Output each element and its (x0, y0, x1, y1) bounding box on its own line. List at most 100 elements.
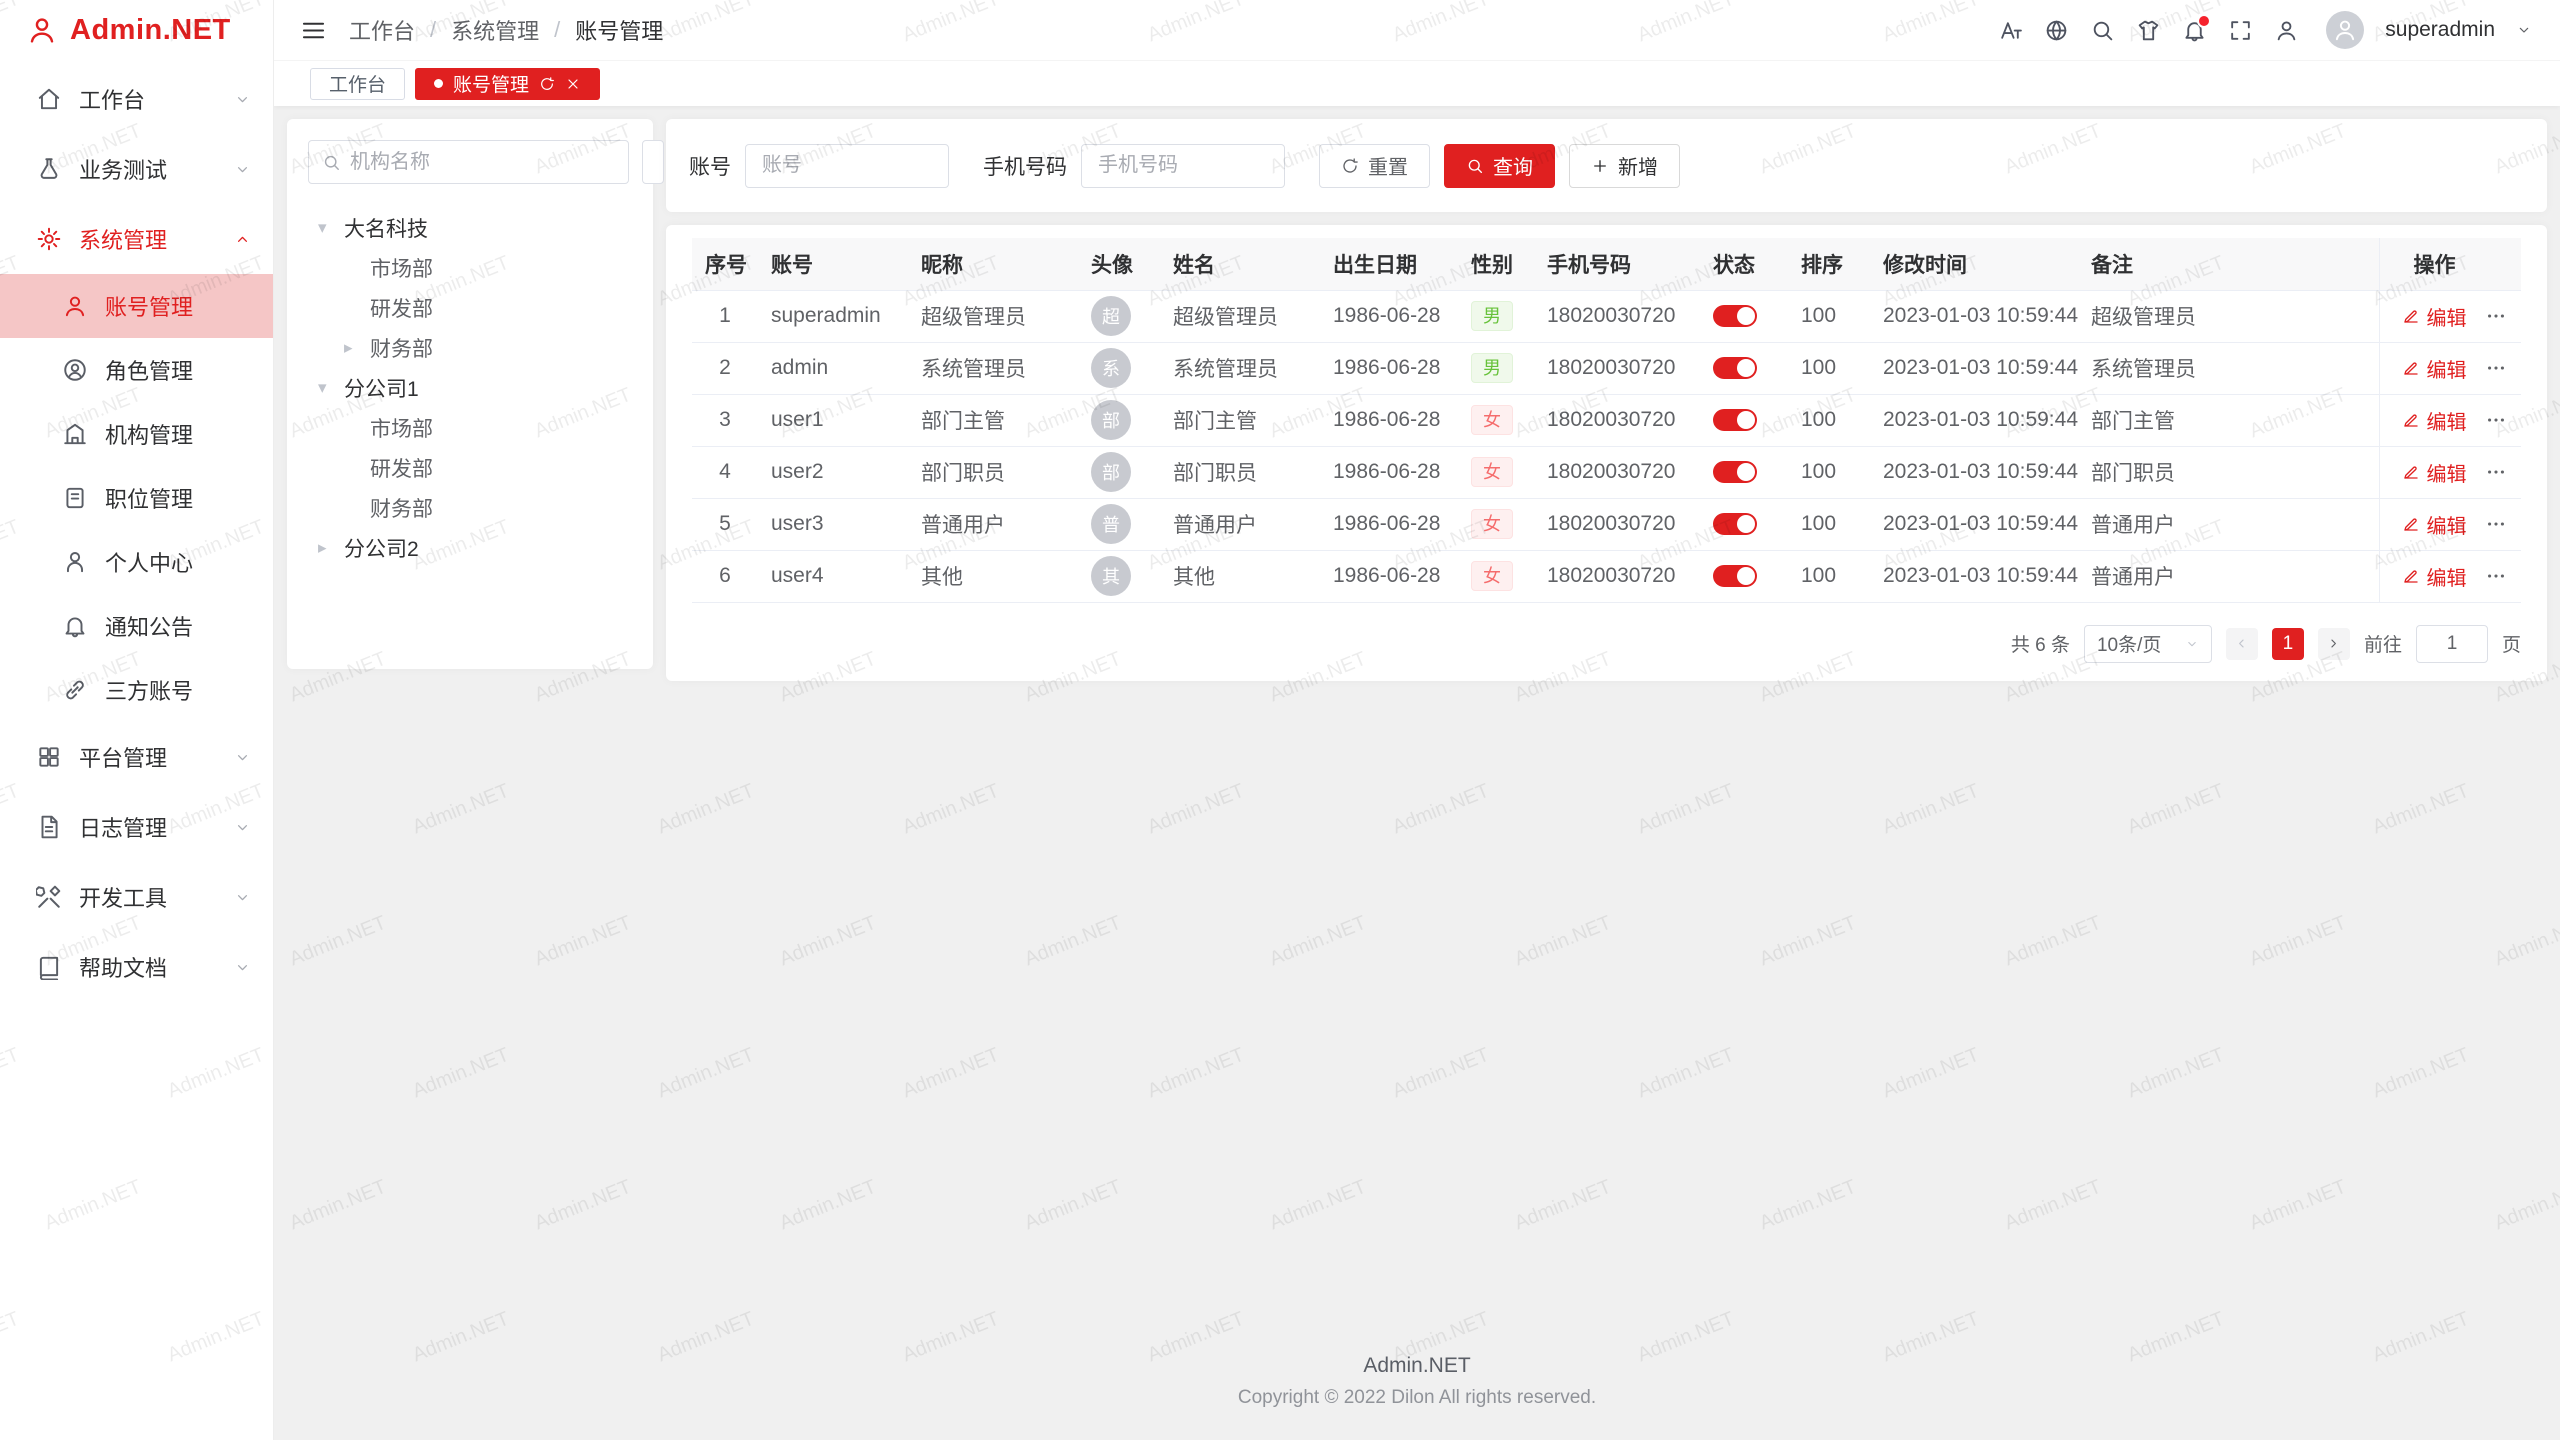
sidebar-item[interactable]: 三方账号 (0, 658, 273, 722)
cell-nickname: 部门职员 (908, 446, 1078, 498)
sidebar-item[interactable]: 职位管理 (0, 466, 273, 530)
edit-button[interactable]: 编辑 (2402, 458, 2467, 487)
phone-filter-input[interactable] (1081, 144, 1285, 188)
more-actions-button[interactable] (2485, 305, 2507, 327)
cell-avatar: 系 (1078, 342, 1160, 394)
refresh-icon[interactable] (539, 76, 555, 92)
font-size-icon[interactable] (1998, 18, 2023, 43)
caret-down-icon[interactable]: ▾ (318, 378, 344, 398)
status-toggle[interactable] (1713, 565, 1757, 587)
gender-badge: 男 (1471, 353, 1513, 384)
sidebar-item[interactable]: 帮助文档 (0, 932, 273, 1002)
caret-right-icon[interactable]: ▸ (344, 338, 370, 358)
cell-name: 部门职员 (1160, 446, 1320, 498)
grid-icon (36, 744, 62, 770)
sidebar-item[interactable]: 机构管理 (0, 402, 273, 466)
tree-node[interactable]: 市场部 (308, 248, 632, 288)
account-filter-input[interactable] (745, 144, 949, 188)
edit-button[interactable]: 编辑 (2402, 562, 2467, 591)
collapse-menu-icon[interactable] (300, 17, 327, 44)
tree-node[interactable]: 财务部 (308, 488, 632, 528)
tree-more-button[interactable] (642, 140, 664, 184)
search-button[interactable]: 查询 (1444, 144, 1555, 188)
breadcrumb-item[interactable]: 账号管理 (575, 14, 663, 46)
user-icon[interactable] (2274, 18, 2299, 43)
status-toggle[interactable] (1713, 409, 1757, 431)
notification-icon[interactable] (2182, 18, 2207, 43)
log-icon (36, 814, 62, 840)
sidebar-item[interactable]: 平台管理 (0, 722, 273, 792)
language-icon[interactable] (2044, 18, 2069, 43)
menu-label: 日志管理 (79, 811, 234, 843)
tree-node[interactable]: 研发部 (308, 288, 632, 328)
cell-avatar: 部 (1078, 446, 1160, 498)
chevron-down-icon (2185, 637, 2199, 651)
sidebar-item[interactable]: 开发工具 (0, 862, 273, 932)
avatar: 超 (1091, 296, 1131, 336)
more-actions-button[interactable] (2485, 513, 2507, 535)
breadcrumb-item[interactable]: 系统管理 (451, 14, 539, 46)
fullscreen-icon[interactable] (2228, 18, 2253, 43)
reset-button[interactable]: 重置 (1319, 144, 1430, 188)
plus-icon (1591, 157, 1609, 175)
menu-label: 角色管理 (105, 354, 251, 386)
sidebar-item[interactable]: 日志管理 (0, 792, 273, 862)
edit-button[interactable]: 编辑 (2402, 510, 2467, 539)
edit-button[interactable]: 编辑 (2402, 406, 2467, 435)
tab-item[interactable]: 工作台 (310, 68, 405, 100)
gender-badge: 男 (1471, 301, 1513, 332)
prev-page-button[interactable] (2226, 628, 2258, 660)
cell-account: admin (758, 342, 908, 394)
user-avatar[interactable] (2326, 11, 2364, 49)
tree-node[interactable]: ▾大名科技 (308, 208, 632, 248)
edit-button[interactable]: 编辑 (2402, 354, 2467, 383)
org-search-input[interactable] (350, 151, 615, 174)
cell-birthdate: 1986-06-28 (1320, 394, 1458, 446)
app-root: Admin.NET 工作台业务测试系统管理账号管理角色管理机构管理职位管理个人中… (0, 0, 2560, 1440)
close-icon[interactable] (565, 76, 581, 92)
tree-node[interactable]: 研发部 (308, 448, 632, 488)
user-icon (62, 293, 88, 319)
table-row: 1superadmin超级管理员超超级管理员1986-06-28男1802003… (692, 290, 2521, 342)
more-actions-button[interactable] (2485, 461, 2507, 483)
cell-birthdate: 1986-06-28 (1320, 342, 1458, 394)
profile-icon (62, 549, 88, 575)
chevron-down-icon[interactable] (2516, 22, 2532, 38)
more-actions-button[interactable] (2485, 357, 2507, 379)
cell-remark: 普通用户 (2078, 550, 2379, 602)
sidebar-item[interactable]: 角色管理 (0, 338, 273, 402)
sidebar-item[interactable]: 个人中心 (0, 530, 273, 594)
next-page-button[interactable] (2318, 628, 2350, 660)
breadcrumb-item[interactable]: 工作台 (349, 14, 415, 46)
current-page[interactable]: 1 (2272, 628, 2304, 660)
more-actions-button[interactable] (2485, 565, 2507, 587)
tree-node[interactable]: ▸财务部 (308, 328, 632, 368)
status-toggle[interactable] (1713, 513, 1757, 535)
tab-item[interactable]: 账号管理 (415, 68, 600, 100)
tree-node[interactable]: 市场部 (308, 408, 632, 448)
app-logo[interactable]: Admin.NET (0, 0, 273, 60)
status-toggle[interactable] (1713, 357, 1757, 379)
add-button[interactable]: 新增 (1569, 144, 1680, 188)
edit-button[interactable]: 编辑 (2402, 302, 2467, 331)
tree-node[interactable]: ▾分公司1 (308, 368, 632, 408)
search-icon[interactable] (2090, 18, 2115, 43)
page-size-select[interactable]: 10条/页 (2084, 625, 2212, 663)
sidebar-menu: 工作台业务测试系统管理账号管理角色管理机构管理职位管理个人中心通知公告三方账号平… (0, 60, 273, 1440)
caret-down-icon[interactable]: ▾ (318, 218, 344, 238)
cell-birthdate: 1986-06-28 (1320, 550, 1458, 602)
sidebar-item[interactable]: 工作台 (0, 64, 273, 134)
sidebar-item[interactable]: 系统管理 (0, 204, 273, 274)
sidebar-item[interactable]: 通知公告 (0, 594, 273, 658)
status-toggle[interactable] (1713, 461, 1757, 483)
tree-node[interactable]: ▸分公司2 (308, 528, 632, 568)
sidebar-item[interactable]: 业务测试 (0, 134, 273, 204)
status-toggle[interactable] (1713, 305, 1757, 327)
caret-right-icon[interactable]: ▸ (318, 538, 344, 558)
more-actions-button[interactable] (2485, 409, 2507, 431)
sidebar-item[interactable]: 账号管理 (0, 274, 273, 338)
avatar: 部 (1091, 400, 1131, 440)
theme-icon[interactable] (2136, 18, 2161, 43)
username[interactable]: superadmin (2385, 18, 2495, 42)
goto-page-input[interactable] (2416, 625, 2488, 663)
